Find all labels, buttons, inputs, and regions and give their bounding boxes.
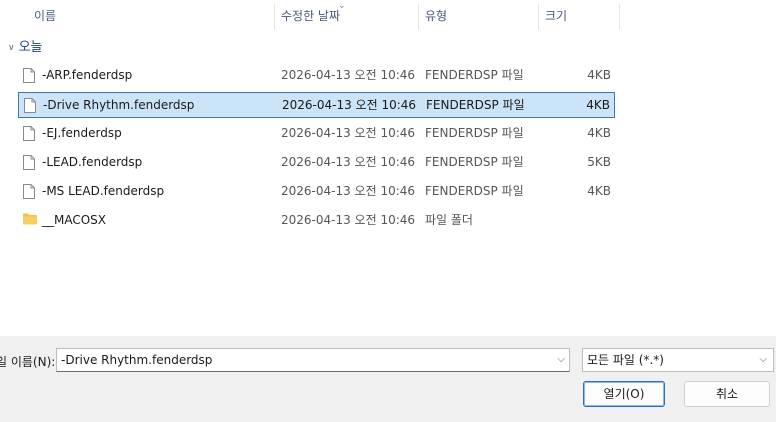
cancel-button[interactable]: 취소 xyxy=(684,381,770,407)
file-date: 2026-04-13 오전 10:46 xyxy=(281,155,416,169)
file-size: 4KB xyxy=(586,98,610,112)
file-name: -LEAD.fenderdsp xyxy=(42,155,143,169)
file-type: FENDERDSP 파일 xyxy=(426,98,525,112)
file-icon xyxy=(23,68,35,83)
file-row[interactable]: -LEAD.fenderdsp 2026-04-13 오전 10:46 FENDER… xyxy=(18,150,615,176)
file-row[interactable]: -Drive Rhythm.fenderdsp 2026-04-13 오전 10:… xyxy=(18,92,615,118)
file-name: __MACOSX xyxy=(42,213,107,227)
group-header-today[interactable]: ∨ 오늘 xyxy=(8,38,43,58)
column-divider[interactable] xyxy=(619,4,620,30)
column-divider[interactable] xyxy=(418,4,419,30)
file-row[interactable]: -MS LEAD.fenderdsp 2026-04-13 오전 10:46 FEN… xyxy=(18,179,615,205)
file-name: -MS LEAD.fenderdsp xyxy=(42,184,165,198)
file-date: 2026-04-13 오전 10:46 xyxy=(281,184,416,198)
file-type: FENDERDSP 파일 xyxy=(425,126,524,140)
file-size: 5KB xyxy=(587,155,611,169)
file-row[interactable]: -EJ.fenderdsp 2026-04-13 오전 10:46 FENDERDS… xyxy=(18,121,615,147)
column-header: 이름 수정한 날짜 ⌄ 유형 크기 xyxy=(0,0,776,32)
file-date: 2026-04-13 오전 10:46 xyxy=(282,98,417,112)
chevron-down-icon: ⌵ xyxy=(759,354,767,365)
file-size: 4KB xyxy=(587,126,611,140)
file-list-pane[interactable]: 이름 수정한 날짜 ⌄ 유형 크기 ∨ 오늘 -ARP.fenderdsp 2026… xyxy=(0,0,776,336)
filename-value: -Drive Rhythm.fenderdsp xyxy=(61,353,213,367)
file-type: 파일 폴더 xyxy=(425,213,473,227)
open-button[interactable]: 열기(O) xyxy=(583,381,665,407)
file-name: -Drive Rhythm.fenderdsp xyxy=(43,98,195,112)
column-name[interactable]: 이름 xyxy=(34,0,56,32)
column-size[interactable]: 크기 xyxy=(545,0,567,32)
file-row[interactable]: -ARP.fenderdsp 2026-04-13 오전 10:46 FENDERD… xyxy=(18,63,615,89)
file-icon xyxy=(23,184,35,199)
file-icon xyxy=(24,98,36,113)
column-type[interactable]: 유형 xyxy=(425,0,447,32)
folder-icon xyxy=(23,213,37,228)
file-icon xyxy=(23,126,35,141)
chevron-down-icon[interactable]: ⌵ xyxy=(557,349,565,371)
dialog-footer: 일 이름(N): -Drive Rhythm.fenderdsp ⌵ 모든 파일… xyxy=(0,336,776,422)
file-icon xyxy=(23,155,35,170)
column-divider[interactable] xyxy=(274,4,275,30)
filetype-value: 모든 파일 (*.*) xyxy=(587,353,664,367)
file-date: 2026-04-13 오전 10:46 xyxy=(281,68,416,82)
file-row[interactable]: __MACOSX 2026-04-13 오전 10:46 파일 폴더 xyxy=(18,208,615,234)
column-divider[interactable] xyxy=(538,4,539,30)
file-type: FENDERDSP 파일 xyxy=(425,155,524,169)
file-size: 4KB xyxy=(587,68,611,82)
filetype-select[interactable]: 모든 파일 (*.*) ⌵ xyxy=(582,348,774,372)
file-type: FENDERDSP 파일 xyxy=(425,68,524,82)
column-date[interactable]: 수정한 날짜 xyxy=(281,0,340,32)
group-label: 오늘 xyxy=(18,40,43,55)
filename-input[interactable]: -Drive Rhythm.fenderdsp ⌵ xyxy=(56,348,570,372)
file-size: 4KB xyxy=(587,184,611,198)
file-date: 2026-04-13 오전 10:46 xyxy=(281,126,416,140)
file-date: 2026-04-13 오전 10:46 xyxy=(281,213,416,227)
chevron-down-icon: ∨ xyxy=(8,43,15,53)
file-name: -EJ.fenderdsp xyxy=(42,126,122,140)
sort-chevron-icon: ⌄ xyxy=(338,1,346,11)
file-type: FENDERDSP 파일 xyxy=(425,184,524,198)
file-name: -ARP.fenderdsp xyxy=(42,68,133,82)
filename-label: 일 이름(N): xyxy=(0,355,56,369)
